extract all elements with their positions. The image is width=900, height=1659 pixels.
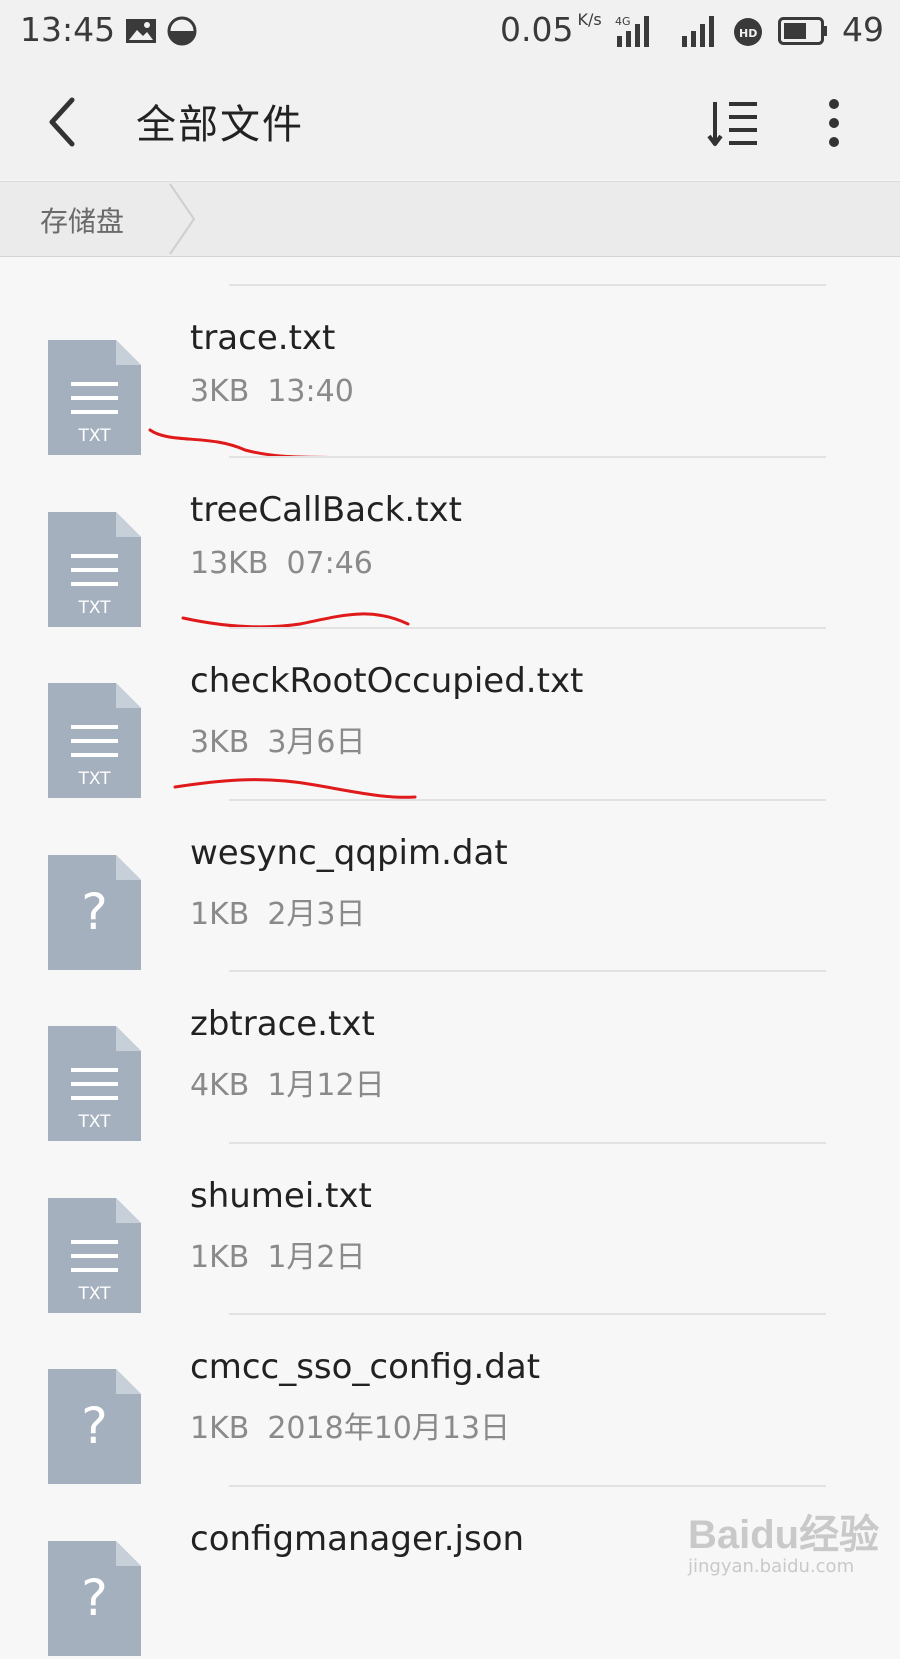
network-speed-unit: K/s	[577, 10, 602, 29]
page-title: 全部文件	[136, 102, 304, 148]
file-name: shumei.txt	[190, 1175, 372, 1216]
file-type-label: TXT	[77, 769, 111, 789]
breadcrumb-item-storage[interactable]: 存储盘	[40, 200, 124, 240]
file-date: 13:40	[267, 374, 354, 409]
breadcrumb: 存储盘	[0, 181, 900, 257]
image-icon	[126, 19, 156, 43]
file-name: trace.txt	[190, 318, 336, 358]
hd-icon: HD	[734, 18, 762, 46]
network-type-label: 4G	[615, 15, 631, 28]
file-size: 1KB	[190, 1411, 250, 1446]
battery-icon	[778, 17, 827, 45]
file-meta: 3KB 3月6日	[190, 717, 366, 761]
chevron-right-icon	[169, 183, 196, 255]
file-row[interactable]: TXT treeCallBack.txt 13KB 07:46	[0, 456, 900, 630]
file-date: 3月6日	[267, 725, 366, 760]
sort-icon[interactable]	[707, 98, 765, 148]
file-name: checkRootOccupied.txt	[190, 661, 584, 701]
file-meta: 13KB 07:46	[190, 546, 373, 581]
title-bar: 全部文件	[0, 62, 900, 180]
file-name: treeCallBack.txt	[190, 489, 462, 530]
file-type-label: ?	[81, 1397, 108, 1455]
watermark-url: jingyan.baidu.com	[688, 1556, 855, 1577]
file-size: 1KB	[190, 896, 250, 932]
file-meta: 1KB 2月3日	[190, 889, 366, 933]
unknown-file-icon: ?	[48, 1540, 141, 1656]
signal-icon	[682, 16, 714, 47]
file-meta: 3KB 13:40	[190, 374, 354, 409]
file-size: 4KB	[190, 1068, 250, 1103]
watermark: Baidu经验 jingyan.baidu.com	[688, 1502, 888, 1592]
file-type-label: ?	[81, 1569, 108, 1627]
svg-text:HD: HD	[739, 27, 757, 40]
file-type-label: ?	[81, 883, 108, 941]
signal-4g-icon: 4G	[615, 15, 649, 47]
file-type-label: TXT	[77, 1284, 111, 1304]
file-row[interactable]: ? cmcc_sso_config.dat 1KB 2018年10月13日	[0, 1313, 900, 1487]
more-options-icon[interactable]	[822, 96, 846, 150]
file-row[interactable]: TXT checkRootOccupied.txt 3KB 3月6日	[0, 627, 900, 801]
file-meta: 1KB 2018年10月13日	[190, 1403, 510, 1447]
status-time: 13:45	[20, 10, 116, 49]
watermark-logo: Baidu经验	[688, 1513, 880, 1557]
txt-file-icon: TXT	[48, 1026, 141, 1141]
txt-file-icon: TXT	[48, 340, 141, 455]
file-type-label: TXT	[77, 426, 111, 446]
file-size: 3KB	[190, 374, 250, 409]
file-size: 1KB	[190, 1239, 250, 1275]
file-date: 1月12日	[267, 1068, 385, 1103]
status-bar: 13:45 0.05 K/s 4G HD 49	[0, 0, 900, 62]
file-name: wesync_qqpim.dat	[190, 832, 508, 873]
back-arrow-icon[interactable]	[40, 92, 90, 152]
file-date: 07:46	[286, 545, 373, 581]
network-speed-value: 0.05	[500, 10, 574, 49]
file-size: 13KB	[190, 545, 269, 581]
file-meta: 1KB 1月2日	[190, 1232, 366, 1276]
txt-file-icon: TXT	[48, 1197, 141, 1313]
file-date: 2018年10月13日	[267, 1411, 511, 1446]
file-type-label: TXT	[77, 1112, 111, 1132]
file-row[interactable]: TXT shumei.txt 1KB 1月2日	[0, 1142, 900, 1316]
txt-file-icon: TXT	[48, 683, 141, 798]
file-row[interactable]: TXT zbtrace.txt 4KB 1月12日	[0, 970, 900, 1144]
file-date: 2月3日	[267, 896, 366, 932]
file-row[interactable]: TXT trace.txt 3KB 13:40	[0, 284, 900, 458]
file-name: configmanager.json	[190, 1518, 525, 1559]
file-type-label: TXT	[77, 598, 111, 618]
unknown-file-icon: ?	[48, 854, 141, 970]
file-row[interactable]: ? wesync_qqpim.dat 1KB 2月3日	[0, 799, 900, 973]
unknown-file-icon: ?	[48, 1369, 141, 1484]
txt-file-icon: TXT	[48, 511, 141, 627]
file-name: cmcc_sso_config.dat	[190, 1347, 541, 1387]
network-speed: 0.05 K/s	[500, 10, 602, 49]
mode-icon	[167, 16, 197, 46]
file-meta: 4KB 1月12日	[190, 1060, 385, 1104]
battery-percent: 49	[842, 10, 884, 49]
file-size: 3KB	[190, 725, 250, 760]
file-date: 1月2日	[267, 1239, 366, 1275]
file-name: zbtrace.txt	[190, 1004, 375, 1044]
